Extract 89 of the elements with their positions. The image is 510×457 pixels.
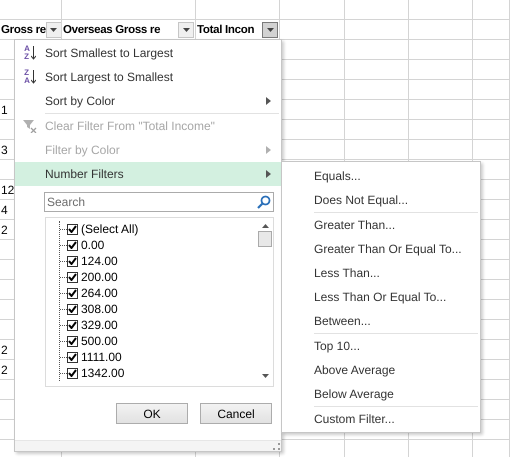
grid-cell — [473, 140, 510, 160]
menu-item[interactable]: Custom Filter... — [282, 407, 480, 431]
ok-button[interactable]: OK — [116, 403, 188, 424]
grid-cell — [473, 80, 510, 100]
menu-item[interactable]: Greater Than Or Equal To... — [282, 237, 480, 261]
cell-value: 12 — [0, 182, 14, 196]
menu-item[interactable]: Between... — [282, 309, 480, 333]
menu-item[interactable]: Z A Sort Largest to Smallest — [15, 65, 281, 89]
grid-cell — [473, 100, 510, 120]
menu-item[interactable]: A Z Sort Smallest to Largest — [15, 41, 281, 65]
grid-cell — [345, 120, 409, 140]
header-cell — [345, 20, 409, 40]
header-cell — [473, 20, 510, 40]
checkbox[interactable] — [67, 272, 78, 282]
checkbox[interactable] — [67, 336, 78, 346]
grid-cell — [345, 0, 409, 20]
menu-item[interactable]: Below Average — [282, 382, 480, 406]
value-label: 200.00 — [81, 270, 118, 284]
cell-value: 2 — [0, 222, 8, 236]
grid-cell — [345, 40, 409, 60]
caret-icon — [182, 28, 190, 32]
cancel-button[interactable]: Cancel — [200, 403, 272, 424]
menu-item[interactable]: Less Than Or Equal To... — [282, 285, 480, 309]
clear-filter-icon — [23, 119, 37, 133]
grid-cell — [409, 100, 473, 120]
checkbox[interactable] — [67, 288, 78, 298]
checkbox[interactable] — [67, 352, 78, 362]
grid-cell — [409, 0, 473, 20]
grid-cell — [473, 120, 510, 140]
caret-icon — [266, 28, 274, 32]
value-label: 1111.00 — [81, 350, 122, 364]
checkbox[interactable] — [67, 224, 78, 234]
submenu-arrow-icon — [266, 146, 271, 154]
checkbox[interactable] — [67, 304, 78, 314]
menu-item[interactable]: Greater Than... — [282, 213, 480, 237]
search-field[interactable]: Search — [44, 192, 274, 212]
cell-value: 4 — [0, 202, 8, 216]
grid-cell — [409, 80, 473, 100]
value-label: 264.00 — [81, 286, 118, 300]
menu-item[interactable]: Equals... — [282, 164, 480, 188]
cell-value: 2 — [0, 342, 8, 356]
cell-value: 3 — [0, 142, 8, 156]
value-label: 500.00 — [81, 334, 118, 348]
scrollbar-thumb[interactable] — [258, 231, 272, 247]
menu-item[interactable]: Number Filters — [15, 162, 281, 186]
resize-grip-icon[interactable] — [273, 443, 280, 450]
search-icon — [257, 195, 271, 209]
menu-item[interactable]: Less Than... — [282, 261, 480, 285]
submenu-arrow-icon — [266, 97, 271, 105]
grid-cell — [409, 40, 473, 60]
grid-cell — [473, 60, 510, 80]
cell-value: 1 — [0, 102, 8, 116]
caret-icon — [50, 28, 58, 32]
column-header: Gross re — [0, 24, 46, 36]
header-cell — [280, 20, 345, 40]
scroll-down-arrow-icon[interactable] — [262, 374, 268, 378]
header-cell — [409, 20, 473, 40]
column-header: Overseas Gross re — [62, 24, 160, 36]
cell-value: 2 — [0, 362, 8, 376]
menu-item[interactable]: Sort by Color — [15, 89, 281, 113]
submenu-arrow-icon — [266, 170, 271, 178]
value-label: 1342.00 — [81, 366, 124, 380]
grid-cell — [409, 120, 473, 140]
grid-cell — [409, 60, 473, 80]
grid-cell — [280, 0, 345, 20]
grid-cell — [473, 40, 510, 60]
checkbox[interactable] — [67, 320, 78, 330]
value-label: 308.00 — [81, 302, 118, 316]
filter-dropdown-button[interactable] — [46, 22, 61, 38]
menu-item[interactable]: Top 10... — [282, 334, 480, 358]
value-label: 0.00 — [81, 238, 104, 252]
grid-cell — [345, 140, 409, 160]
column-header: Total Incon — [196, 24, 254, 36]
grid-cell — [345, 100, 409, 120]
menu-item[interactable]: Does Not Equal... — [282, 188, 480, 212]
menu-item[interactable]: Above Average — [282, 358, 480, 382]
filter-dropdown-button[interactable] — [262, 22, 278, 38]
checkbox[interactable] — [67, 240, 78, 250]
grid-cell — [345, 60, 409, 80]
checkbox[interactable] — [67, 256, 78, 266]
grid-cell — [473, 0, 510, 20]
checkbox[interactable] — [67, 368, 78, 378]
grid-cell — [409, 140, 473, 160]
scroll-up-arrow-icon[interactable] — [262, 224, 268, 228]
filter-dropdown-button[interactable] — [178, 22, 194, 38]
value-label: (Select All) — [81, 222, 138, 236]
value-label: 329.00 — [81, 318, 118, 332]
grid-cell — [345, 80, 409, 100]
value-label: 124.00 — [81, 254, 118, 268]
